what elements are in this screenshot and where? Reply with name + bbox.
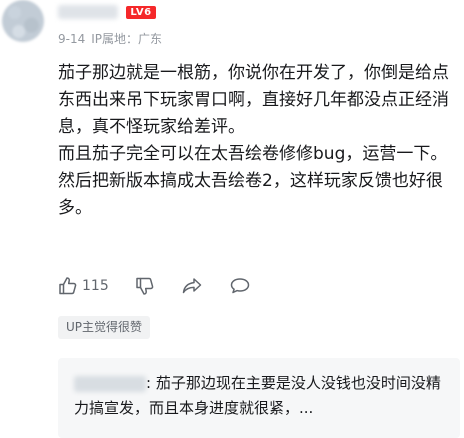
comment-date: 9-14: [58, 32, 86, 46]
comment-meta: 9-14 IP属地：广东: [58, 30, 162, 47]
reply-button[interactable]: [229, 276, 251, 296]
comment-paragraph-2: 而且茄子完全可以在太吾绘卷修修bug，运营一下。然后把新版本搞成太吾绘卷2，这样…: [58, 144, 448, 218]
comment-content: 茄子那边就是一根筋，你说你在开发了，你倒是给点东西出来吊下玩家胃口啊，直接好几年…: [58, 60, 458, 222]
ip-location: IP属地：广东: [91, 32, 163, 46]
share-button[interactable]: [181, 276, 203, 296]
comment-actions: 115: [58, 274, 277, 298]
like-button[interactable]: 115: [58, 276, 109, 296]
share-icon: [182, 278, 201, 294]
avatar[interactable]: [2, 0, 44, 42]
thumbs-down-icon: [135, 277, 154, 295]
comment-paragraph-1: 茄子那边就是一根筋，你说你在开发了，你倒是给点东西出来吊下玩家胃口啊，直接好几年…: [58, 63, 449, 137]
comment-bubble-icon: [230, 278, 249, 294]
up-liked-tag: UP主觉得很赞: [58, 316, 151, 339]
reply-preview[interactable]: : 茄子那边现在主要是没人没钱也没时间没精力搞宣发，而且本身进度就很紧，...: [58, 358, 460, 438]
thumbs-up-icon: [59, 277, 77, 295]
username-redacted[interactable]: [58, 5, 118, 19]
like-count: 115: [82, 278, 109, 294]
dislike-button[interactable]: [135, 276, 155, 296]
reply-text: : 茄子那边现在主要是没人没钱也没时间没精力搞宣发，而且本身进度就很紧，...: [74, 374, 441, 417]
level-badge: LV6: [126, 6, 156, 19]
